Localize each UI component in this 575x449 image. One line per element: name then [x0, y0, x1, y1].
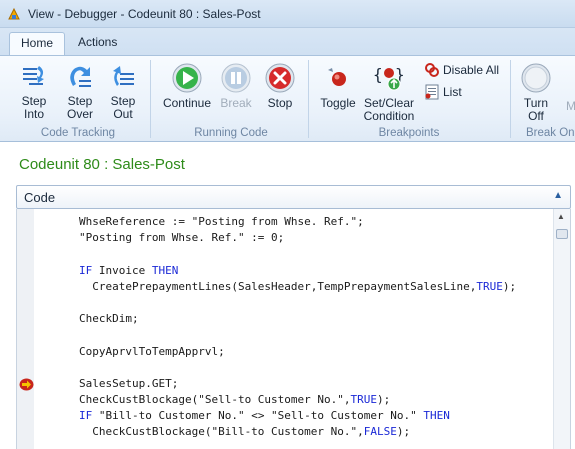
- code-panel-header[interactable]: Code ▲: [16, 185, 571, 209]
- group-label-breakpoints: Breakpoints: [378, 127, 440, 139]
- code-line[interactable]: IF "Bill-to Customer No." <> "Sell-to Cu…: [79, 408, 516, 424]
- code-line[interactable]: CopyAprvlToTempApprvl;: [79, 344, 516, 360]
- breakpoint-gutter[interactable]: [17, 209, 34, 449]
- code-line[interactable]: "Posting from Whse. Ref." := 0;: [79, 230, 516, 246]
- code-text: );: [502, 279, 517, 293]
- step-into-button[interactable]: Step Into: [14, 62, 54, 121]
- step-into-icon: [23, 66, 44, 85]
- group-separator: [510, 60, 511, 138]
- code-line[interactable]: [79, 295, 516, 311]
- list-icon: [425, 84, 439, 100]
- code-line[interactable]: [79, 327, 516, 343]
- code-keyword: TRUE: [350, 393, 378, 407]
- set-clear-condition-button[interactable]: { } Set/Clear Condition: [360, 62, 418, 123]
- code-line[interactable]: CheckCustBlockage("Sell-to Customer No."…: [79, 392, 516, 408]
- turn-off-label: Turn Off: [523, 96, 549, 123]
- code-text: SalesSetup.GET;: [79, 376, 179, 390]
- code-text: );: [396, 425, 411, 439]
- code-keyword: FALSE: [363, 425, 397, 439]
- collapse-icon[interactable]: ▲: [553, 190, 563, 201]
- disable-all-label: Disable All: [443, 63, 500, 77]
- breakpoint-icon: [328, 68, 346, 86]
- scroll-up-icon[interactable]: ▲: [557, 212, 565, 221]
- continue-button[interactable]: Continue: [160, 62, 214, 110]
- code-text: CopyAprvlToTempApprvl;: [79, 344, 225, 358]
- break-on-next-button[interactable]: M: [566, 100, 575, 113]
- step-out-icon: [113, 66, 134, 86]
- vertical-scrollbar[interactable]: ▲: [553, 209, 570, 449]
- code-keyword: THEN: [151, 263, 179, 277]
- code-keyword: THEN: [423, 409, 450, 423]
- group-label-break-on: Break On: [526, 127, 575, 139]
- turn-off-button[interactable]: Turn Off: [516, 62, 556, 123]
- code-text: Invoice: [92, 263, 152, 277]
- step-out-button[interactable]: Step Out: [103, 62, 143, 121]
- code-keyword: IF: [79, 263, 93, 277]
- break-label: Break: [220, 96, 252, 110]
- code-text: CreatePrepaymentLines(SalesHeader,TempPr…: [79, 279, 477, 293]
- group-label-code-tracking: Code Tracking: [40, 127, 116, 139]
- stop-button[interactable]: Stop: [262, 62, 298, 110]
- turn-off-icon: [521, 63, 551, 93]
- code-line[interactable]: CheckCustBlockage("Bill-to Customer No."…: [79, 424, 516, 440]
- code-panel-title: Code: [24, 190, 56, 205]
- current-line-arrow-icon: [19, 378, 34, 391]
- break-button[interactable]: Break: [217, 62, 255, 110]
- app-icon: [8, 7, 20, 20]
- code-keyword: TRUE: [476, 279, 503, 293]
- step-into-label: Step Into: [21, 94, 47, 121]
- code-text: );: [377, 393, 391, 407]
- code-line[interactable]: IF Invoice THEN: [79, 263, 516, 279]
- list-label: List: [443, 85, 462, 99]
- stop-icon: [265, 63, 295, 93]
- toggle-breakpoint-button[interactable]: Toggle: [316, 62, 360, 110]
- code-keyword: IF: [79, 409, 93, 423]
- code-line[interactable]: CreatePrepaymentLines(SalesHeader,TempPr…: [79, 279, 516, 295]
- code-line[interactable]: [79, 360, 516, 376]
- title-bar: View - Debugger - Codeunit 80 : Sales-Po…: [0, 0, 575, 28]
- code-line[interactable]: SalesSetup.GET;: [79, 376, 516, 392]
- group-label-running-code: Running Code: [194, 127, 268, 139]
- breakpoint-list-button[interactable]: List: [424, 84, 462, 100]
- code-text: WhseReference := "Posting from Whse. Ref…: [79, 215, 364, 228]
- step-out-label: Step Out: [110, 94, 136, 121]
- tab-actions[interactable]: Actions: [67, 32, 128, 55]
- step-over-label: Step Over: [66, 94, 93, 121]
- tab-home[interactable]: Home: [9, 32, 66, 55]
- code-line[interactable]: [79, 246, 516, 262]
- code-text: CheckDim;: [79, 312, 139, 326]
- toggle-label: Toggle: [320, 96, 356, 110]
- code-text: CheckCustBlockage("Sell-to Customer No."…: [79, 393, 351, 407]
- disable-breakpoints-icon: [425, 63, 439, 77]
- code-line[interactable]: WhseReference := "Posting from Whse. Ref…: [79, 214, 516, 230]
- svg-text:{: {: [373, 65, 383, 84]
- ribbon-tabstrip: Home Actions: [0, 28, 575, 55]
- code-text: "Posting from Whse. Ref." := 0;: [79, 231, 285, 245]
- window-title: View - Debugger - Codeunit 80 : Sales-Po…: [28, 7, 261, 21]
- code-line[interactable]: CheckDim;: [79, 311, 516, 327]
- step-over-button[interactable]: Step Over: [60, 62, 100, 121]
- code-text: "Bill-to Customer No." <> "Sell-to Custo…: [92, 409, 424, 423]
- condition-icon: { }: [373, 65, 405, 91]
- break-on-next-label: M: [566, 99, 575, 113]
- continue-label: Continue: [162, 96, 212, 110]
- stop-label: Stop: [267, 96, 293, 110]
- scroll-thumb[interactable]: [556, 229, 568, 239]
- play-icon: [172, 63, 202, 93]
- code-editor[interactable]: WhseReference := "Posting from Whse. Ref…: [16, 209, 571, 449]
- step-over-icon: [70, 66, 91, 87]
- set-clear-condition-label: Set/Clear Condition: [363, 96, 415, 123]
- code-lines: WhseReference := "Posting from Whse. Ref…: [79, 214, 516, 441]
- page-title: Codeunit 80 : Sales-Post: [19, 156, 185, 173]
- group-separator: [308, 60, 309, 138]
- disable-all-button[interactable]: Disable All: [424, 62, 499, 78]
- ribbon: Step Into Step Over Step Out Code Tracki…: [0, 55, 575, 142]
- pause-icon: [221, 63, 251, 93]
- group-separator: [150, 60, 151, 138]
- code-text: CheckCustBlockage("Bill-to Customer No."…: [79, 425, 364, 439]
